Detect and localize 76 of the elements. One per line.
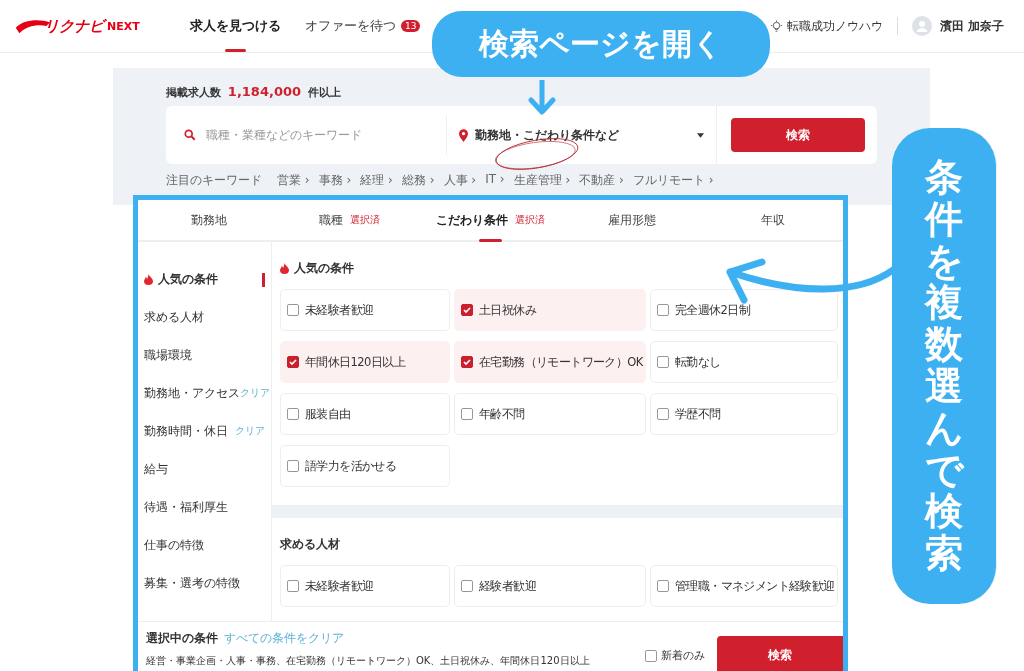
checkbox[interactable] (287, 408, 299, 420)
location-dropdown[interactable]: 勤務地・こだわり条件など (446, 115, 716, 155)
nav-link[interactable]: オファーを待つ 13 (305, 0, 421, 52)
keyword-link[interactable]: 不動産 › (579, 172, 624, 189)
sidebar-item[interactable]: 勤務地・アクセスクリア (138, 374, 271, 412)
tab[interactable]: 勤務地 (138, 200, 279, 240)
checkbox[interactable] (657, 408, 669, 420)
checkbox[interactable] (461, 408, 473, 420)
option-card[interactable]: 年間休日120日以上 (280, 341, 450, 383)
checkbox[interactable] (657, 304, 669, 316)
new-only-checkbox[interactable]: 新着のみ (645, 649, 705, 663)
keyword-link[interactable]: 事務 › (318, 172, 352, 189)
checkbox[interactable] (287, 460, 299, 472)
flame-icon (144, 273, 153, 285)
option-card[interactable]: 年齢不問 (454, 393, 646, 435)
lightbulb-icon (769, 19, 783, 33)
search-icon (184, 129, 196, 141)
option-card[interactable]: 土日祝休み (454, 289, 646, 331)
keyword-input[interactable]: 職種・業種などのキーワード (204, 127, 438, 143)
tab[interactable]: 年収 (702, 200, 843, 240)
tab[interactable]: 職種 選択済 (279, 200, 420, 240)
keyword-link[interactable]: 人事 › (443, 172, 477, 189)
tab[interactable]: こだわり条件 選択済 (420, 200, 561, 240)
checkbox[interactable] (287, 580, 299, 592)
keyword-link[interactable]: 営業 › (277, 172, 310, 189)
checkbox[interactable] (657, 356, 669, 368)
keyword-link[interactable]: フルリモート › (632, 172, 714, 189)
user-name[interactable]: 濱田 加奈子 (939, 17, 1004, 35)
keywords-label: 注目のキーワード (166, 172, 262, 189)
search-button[interactable]: 検索 (717, 636, 843, 671)
option-card[interactable]: 在宅勤務（リモートワーク）OK (454, 341, 646, 383)
checkbox[interactable] (461, 580, 473, 592)
selected-conditions-text: 経営・事業企画・人事・事務、在宅勤務（リモートワーク）OK、土日祝休み、年間休日120日以上 (146, 654, 591, 668)
checkbox[interactable] (461, 304, 473, 316)
tips-link[interactable]: 転職成功ノウハウ (769, 17, 883, 35)
map-pin-icon (459, 128, 468, 142)
checkbox[interactable] (287, 356, 299, 368)
down-arrow (527, 80, 557, 116)
option-card[interactable]: 未経験者歓迎 (280, 565, 450, 607)
count-badge: 13 (401, 20, 421, 32)
section-title: 人気の条件 (280, 260, 843, 277)
option-card[interactable]: 転勤なし (650, 341, 838, 383)
checkbox[interactable] (287, 304, 299, 316)
keyword-link[interactable]: 総務 › (401, 172, 435, 189)
checkbox[interactable] (461, 356, 473, 368)
section-title: 求める人材 (280, 536, 341, 553)
callout-bubble: 条件を複数選んで検索 (892, 128, 997, 604)
checkbox[interactable] (657, 580, 669, 592)
sidebar-item[interactable]: 募集・選考の特徴 (138, 564, 271, 602)
selected-label: 選択済 (350, 213, 380, 227)
keyword-link[interactable]: 生産管理 › (513, 172, 571, 189)
sidebar-item[interactable]: 求める人材 (138, 298, 271, 336)
option-card[interactable]: 服装自由 (280, 393, 450, 435)
sidebar-item[interactable]: 給与 (138, 450, 271, 488)
keyword-link[interactable]: 経理 › (360, 172, 393, 189)
option-card[interactable]: 未経験者歓迎 (280, 289, 450, 331)
caret-icon (697, 132, 704, 138)
selected-label: 選択済 (515, 213, 545, 227)
option-card[interactable]: 完全週休2日制 (650, 289, 838, 331)
option-card[interactable]: 学歴不問 (650, 393, 838, 435)
option-card[interactable]: 語学力を活かせる (280, 445, 450, 487)
option-card[interactable]: 経験者歓迎 (454, 565, 646, 607)
sidebar-item[interactable]: 仕事の特徴 (138, 526, 271, 564)
sidebar-item[interactable]: 待遇・福利厚生 (138, 488, 271, 526)
search-button[interactable]: 検索 (731, 118, 865, 152)
nav-link[interactable]: 求人を見つける (190, 0, 281, 52)
option-card[interactable]: 管理職・マネジメント経験歓迎 (650, 565, 838, 607)
selected-conditions-title: 選択中の条件 (146, 630, 218, 647)
job-count: 掲載求人数 1,184,000 件以上 (166, 84, 342, 100)
sidebar-item[interactable]: 職場環境 (138, 336, 271, 374)
flame-icon (280, 263, 289, 274)
tab[interactable]: 雇用形態 (561, 200, 702, 240)
keyword-link[interactable]: IT › (485, 172, 505, 189)
sidebar-item[interactable]: 勤務時間・休日 クリア (138, 412, 271, 450)
callout-bubble: 検索ページを開く (432, 11, 770, 77)
sidebar-item[interactable]: 人気の条件 (138, 260, 271, 298)
